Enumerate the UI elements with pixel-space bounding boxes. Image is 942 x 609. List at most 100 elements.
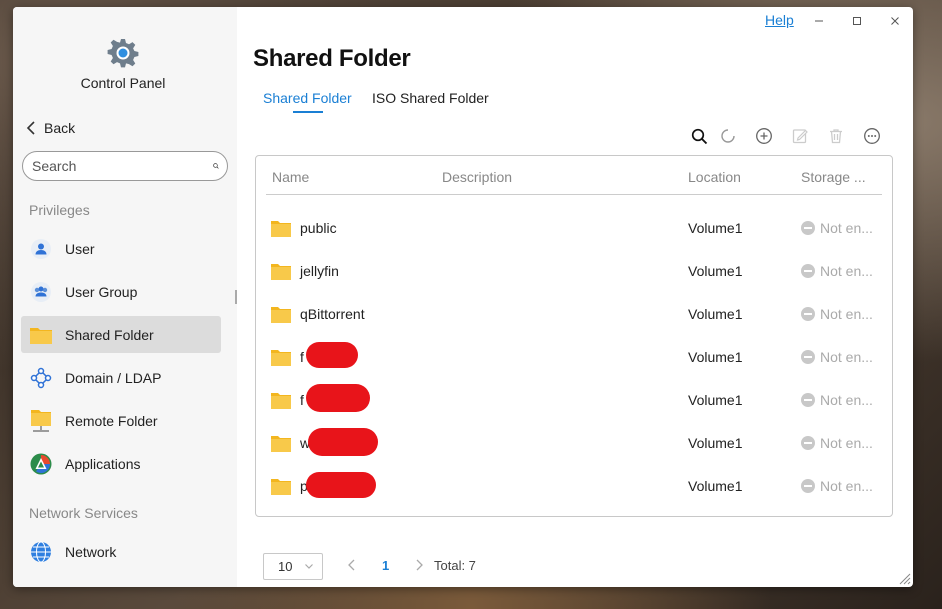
storage-status: Not en... xyxy=(801,478,873,494)
table-row[interactable]: qBittorrent Volume1 Not en... xyxy=(256,293,892,336)
storage-status: Not en... xyxy=(801,392,873,408)
search-input[interactable] xyxy=(32,158,213,174)
storage-status: Not en... xyxy=(801,220,873,236)
page-size-select[interactable]: 10 xyxy=(263,553,323,580)
section-privileges: Privileges xyxy=(29,202,90,218)
folder-name: f xyxy=(300,349,304,365)
add-icon xyxy=(756,128,772,144)
help-link[interactable]: Help xyxy=(765,12,794,28)
app-title: Control Panel xyxy=(80,75,166,91)
sidebar-item-shared-folder[interactable]: Shared Folder xyxy=(21,316,221,353)
more-icon xyxy=(864,128,880,144)
add-button[interactable] xyxy=(754,126,774,146)
control-panel-window: Control Panel Back Privileges User User … xyxy=(13,7,913,587)
folder-name: jellyfin xyxy=(300,263,339,279)
chevron-down-icon xyxy=(305,564,313,569)
storage-status: Not en... xyxy=(801,263,873,279)
storage-status: Not en... xyxy=(801,435,873,451)
back-button[interactable]: Back xyxy=(26,120,75,136)
chevron-left-icon xyxy=(26,121,35,135)
trash-icon xyxy=(830,129,842,144)
disabled-icon xyxy=(801,307,815,321)
storage-status-label: Not en... xyxy=(820,306,873,322)
storage-status: Not en... xyxy=(801,349,873,365)
storage-status-label: Not en... xyxy=(820,349,873,365)
remote-folder-icon xyxy=(29,409,53,433)
folder-icon xyxy=(271,221,291,237)
search-button[interactable] xyxy=(689,126,709,146)
tab-shared-folder[interactable]: Shared Folder xyxy=(263,90,352,106)
maximize-button[interactable] xyxy=(847,11,867,31)
close-button[interactable] xyxy=(885,11,905,31)
column-header-storage[interactable]: Storage ... xyxy=(801,169,866,185)
disabled-icon xyxy=(801,436,815,450)
folder-icon xyxy=(271,393,291,409)
tab-iso-shared-folder[interactable]: ISO Shared Folder xyxy=(372,90,489,106)
sidebar-search xyxy=(22,151,228,181)
more-button[interactable] xyxy=(862,126,882,146)
redaction-mark xyxy=(308,428,378,456)
storage-status-label: Not en... xyxy=(820,392,873,408)
storage-status-label: Not en... xyxy=(820,263,873,279)
column-header-location[interactable]: Location xyxy=(688,169,741,185)
table-row[interactable]: f Volume1 Not en... xyxy=(256,379,892,422)
edit-button[interactable] xyxy=(790,126,810,146)
chevron-left-icon xyxy=(348,559,355,571)
folder-name: public xyxy=(300,220,337,236)
sidebar-item-domain-ldap[interactable]: Domain / LDAP xyxy=(21,359,221,396)
disabled-icon xyxy=(801,221,815,235)
refresh-button[interactable] xyxy=(718,126,738,146)
folder-name: qBittorrent xyxy=(300,306,365,322)
sidebar-item-label: Domain / LDAP xyxy=(65,369,162,386)
sidebar-item-network[interactable]: Network xyxy=(21,533,221,570)
folder-location: Volume1 xyxy=(688,435,743,451)
page-size-value: 10 xyxy=(278,559,293,574)
column-header-description[interactable]: Description xyxy=(442,169,512,185)
column-header-name[interactable]: Name xyxy=(272,169,309,185)
current-page[interactable]: 1 xyxy=(382,558,389,573)
sidebar-item-label: Network xyxy=(65,543,117,560)
maximize-icon xyxy=(853,17,861,25)
resize-grip-icon[interactable] xyxy=(897,571,911,585)
user-icon xyxy=(29,237,53,261)
redaction-mark xyxy=(306,384,370,412)
folder-location: Volume1 xyxy=(688,306,743,322)
user-group-icon xyxy=(29,280,53,304)
minimize-button[interactable] xyxy=(809,11,829,31)
table-row[interactable]: w Volume1 Not en... xyxy=(256,422,892,465)
folder-location: Volume1 xyxy=(688,392,743,408)
folder-icon xyxy=(271,479,291,495)
delete-button[interactable] xyxy=(826,126,846,146)
app-header: Control Panel xyxy=(13,37,233,91)
sidebar-item-remote-folder[interactable]: Remote Folder xyxy=(21,402,221,439)
storage-status-label: Not en... xyxy=(820,435,873,451)
section-network-services: Network Services xyxy=(29,505,138,521)
table-row[interactable]: jellyfin Volume1 Not en... xyxy=(256,250,892,293)
folder-location: Volume1 xyxy=(688,349,743,365)
disabled-icon xyxy=(801,264,815,278)
total-count: Total: 7 xyxy=(434,558,476,573)
page-title: Shared Folder xyxy=(253,45,411,72)
table-row[interactable]: f Volume1 Not en... xyxy=(256,336,892,379)
sidebar: Control Panel Back Privileges User User … xyxy=(13,7,237,587)
domain-icon xyxy=(29,366,53,390)
redaction-mark xyxy=(306,342,358,368)
sidebar-item-applications[interactable]: Applications xyxy=(21,445,221,482)
sidebar-resize-handle[interactable] xyxy=(235,290,237,304)
next-page-button[interactable] xyxy=(414,558,424,577)
disabled-icon xyxy=(801,393,815,407)
table-row[interactable]: p Volume1 Not en... xyxy=(256,465,892,508)
folder-name: f xyxy=(300,392,304,408)
storage-status-label: Not en... xyxy=(820,478,873,494)
search-icon[interactable] xyxy=(213,158,219,174)
back-label: Back xyxy=(44,120,76,136)
prev-page-button[interactable] xyxy=(347,558,357,577)
table-row[interactable]: public Volume1 Not en... xyxy=(256,207,892,250)
minimize-icon xyxy=(815,20,823,22)
folder-location: Volume1 xyxy=(688,263,743,279)
sidebar-item-user[interactable]: User xyxy=(21,230,221,267)
folder-icon xyxy=(271,264,291,280)
folder-icon xyxy=(271,307,291,323)
storage-status-label: Not en... xyxy=(820,220,873,236)
sidebar-item-user-group[interactable]: User Group xyxy=(21,273,221,310)
